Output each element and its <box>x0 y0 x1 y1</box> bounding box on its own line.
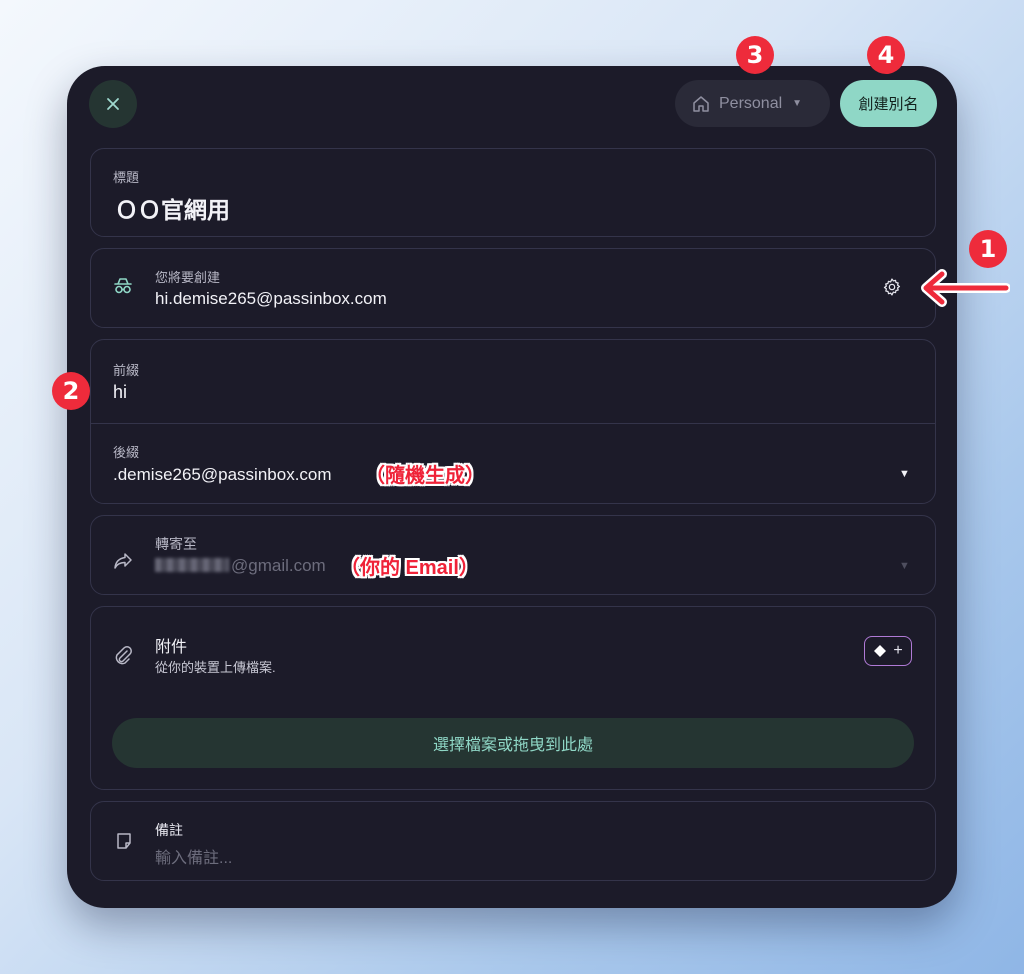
incognito-icon <box>114 278 132 294</box>
note-field[interactable]: 備註 輸入備註... <box>90 801 936 881</box>
chevron-down-icon[interactable]: ▼ <box>899 468 910 480</box>
attachments-hint: 從你的裝置上傳檔案. <box>155 660 276 675</box>
suffix-annotation: （隨機生成） <box>365 465 485 487</box>
forward-annotation: （你的 Email） <box>340 557 479 579</box>
alias-preview-label: 您將要創建 <box>155 270 221 285</box>
paperclip-icon <box>115 646 132 665</box>
note-label: 備註 <box>155 822 183 838</box>
title-field[interactable]: 標題 ＯＯ官網用 <box>90 148 936 237</box>
prefix-suffix-group: 前綴 hi 後綴 .demise265@passinbox.com ▼ <box>90 339 936 504</box>
gear-icon[interactable] <box>882 277 902 297</box>
prefix-label: 前綴 <box>113 363 140 378</box>
suffix-field[interactable]: 後綴 .demise265@passinbox.com ▼ <box>91 424 935 504</box>
annotation-badge-2: 2 <box>52 372 90 410</box>
upload-button[interactable]: 選擇檔案或拖曳到此處 <box>112 718 914 768</box>
alias-preview-value: hi.demise265@passinbox.com <box>155 289 387 308</box>
attachments-label: 附件 <box>155 639 188 656</box>
vault-select[interactable]: Personal ▼ <box>675 80 830 127</box>
annotation-badge-1: 1 <box>969 230 1007 268</box>
close-button[interactable] <box>89 80 137 128</box>
alias-preview: 您將要創建 hi.demise265@passinbox.com <box>90 248 936 328</box>
suffix-label: 後綴 <box>113 445 140 460</box>
plus-icon: + <box>893 642 903 659</box>
prefix-field[interactable]: 前綴 hi <box>91 340 935 423</box>
title-value: ＯＯ官網用 <box>115 197 230 223</box>
annotation-badge-4: 4 <box>867 36 905 74</box>
arrow-left-icon <box>921 269 1010 307</box>
annotation-badge-3: 3 <box>736 36 774 74</box>
vault-label: Personal <box>719 94 783 112</box>
forward-field[interactable]: 轉寄至 @gmail.com ▼ <box>90 515 936 595</box>
note-placeholder: 輸入備註... <box>155 850 233 867</box>
chevron-down-icon: ▼ <box>792 98 803 109</box>
redacted-email <box>155 558 229 572</box>
prefix-value: hi <box>113 382 128 402</box>
home-icon <box>693 95 709 112</box>
close-icon <box>107 98 119 110</box>
chevron-down-icon[interactable]: ▼ <box>899 560 910 572</box>
create-alias-button[interactable]: 創建別名 <box>840 80 937 127</box>
diamond-icon <box>874 645 887 657</box>
forward-icon <box>114 553 132 569</box>
forward-value: @gmail.com <box>231 556 326 575</box>
suffix-value: .demise265@passinbox.com <box>113 465 332 484</box>
upgrade-chip[interactable]: + <box>864 636 912 666</box>
forward-label: 轉寄至 <box>155 536 197 552</box>
title-label: 標題 <box>113 170 140 185</box>
note-icon <box>117 833 131 849</box>
